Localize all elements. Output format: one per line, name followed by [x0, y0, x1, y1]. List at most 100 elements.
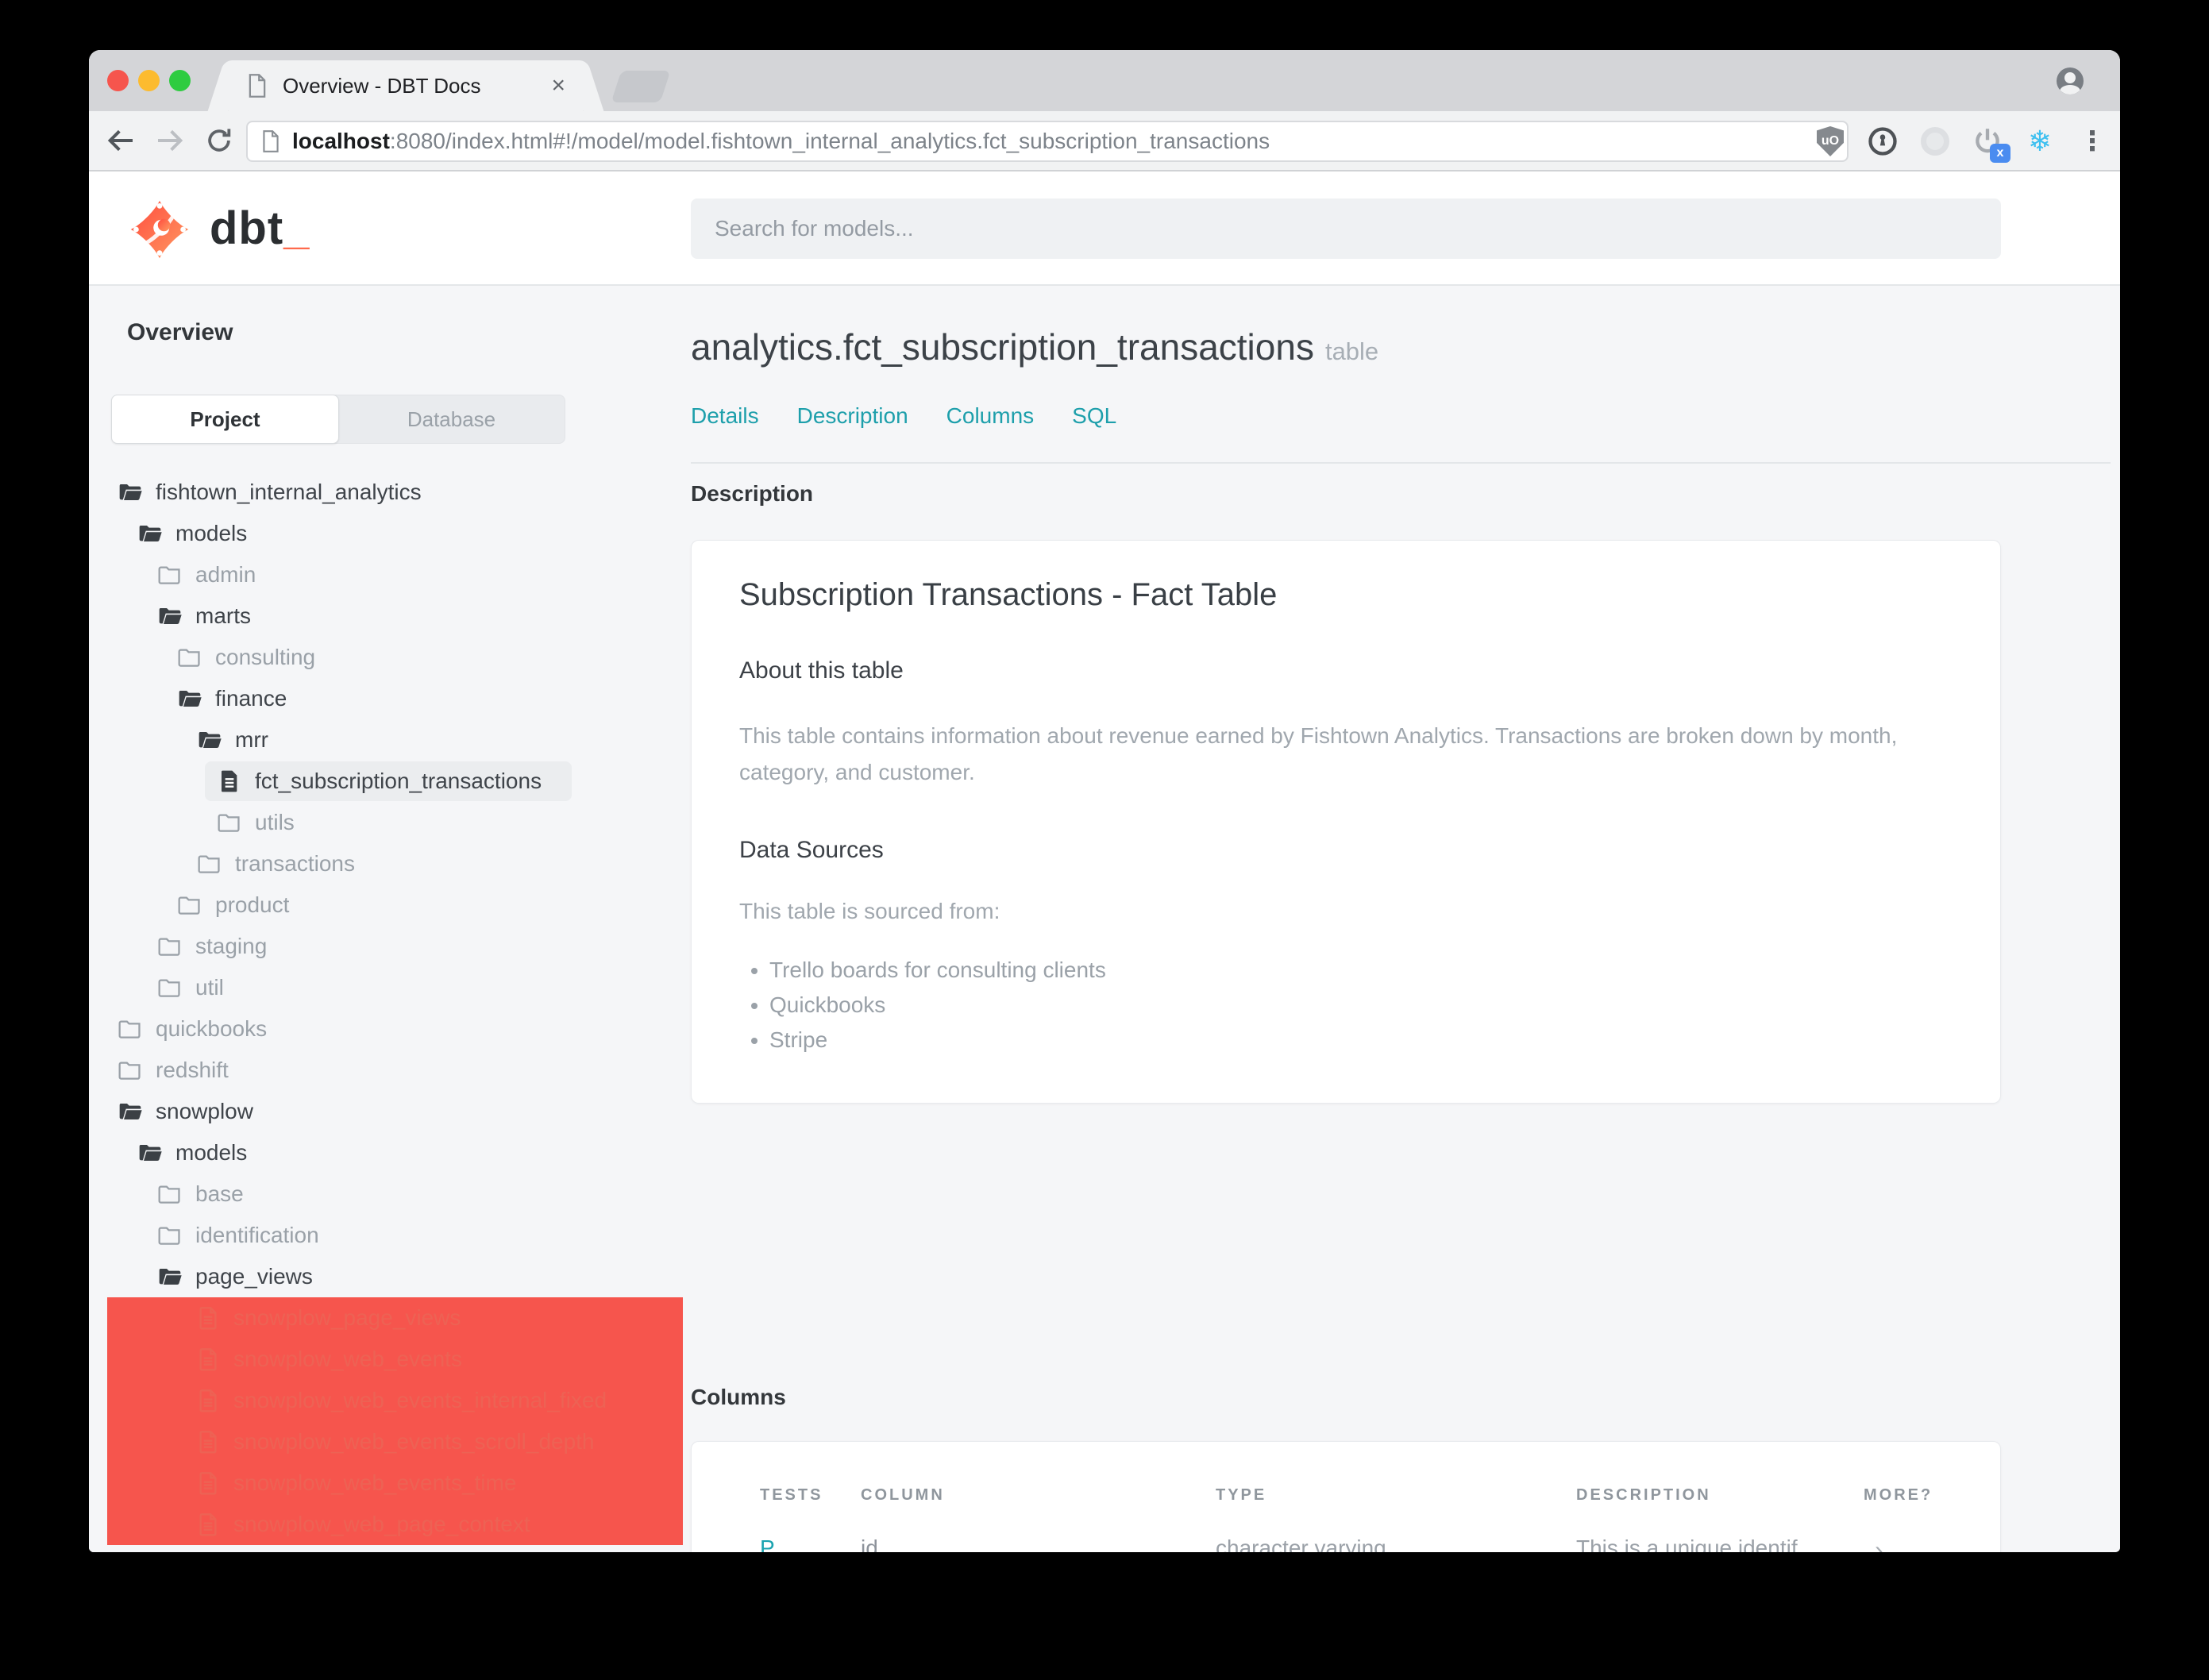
- folder-open-icon: [157, 603, 183, 629]
- source-item: Quickbooks: [769, 988, 1953, 1023]
- about-heading: About this table: [739, 657, 904, 684]
- tree-item-folder[interactable]: admin: [89, 554, 683, 595]
- project-file-tree: fishtown_internal_analytics models admin…: [89, 472, 683, 1545]
- dbt-logo[interactable]: dbt_: [130, 200, 310, 259]
- dbt-app-header: dbt_: [89, 171, 2120, 286]
- tree-item-folder[interactable]: finance: [89, 678, 683, 719]
- sidebar: Overview Project Database fishtown_inter…: [89, 286, 683, 1552]
- column-header-type: TYPE: [1216, 1486, 1267, 1504]
- tree-item-model[interactable]: snowplow_web_events_time: [107, 1462, 683, 1504]
- close-window-button[interactable]: [107, 70, 129, 91]
- source-item: Trello boards for consulting clients: [769, 953, 1953, 988]
- tree-item-folder[interactable]: transactions: [89, 843, 683, 884]
- folder-closed-icon: [197, 851, 222, 877]
- kebab-menu-icon: ⋮: [2079, 126, 2106, 156]
- tree-item-folder[interactable]: page_views: [89, 1256, 683, 1297]
- tree-item-folder[interactable]: base: [89, 1173, 683, 1215]
- nav-link-sql[interactable]: SQL: [1072, 403, 1116, 429]
- chevron-right-icon[interactable]: ›: [1875, 1536, 1883, 1552]
- nav-link-description[interactable]: Description: [797, 403, 908, 429]
- table-row[interactable]: P id character varying This is a unique …: [692, 1536, 2000, 1552]
- tree-item-model[interactable]: snowplow_page_views: [107, 1297, 683, 1339]
- tree-item-folder[interactable]: mrr: [89, 719, 683, 761]
- tab-project[interactable]: Project: [111, 395, 339, 444]
- browser-menu-button[interactable]: ⋮: [2076, 125, 2109, 158]
- folder-closed-icon: [157, 1181, 183, 1207]
- url-bar[interactable]: localhost:8080/index.html#!/model/model.…: [246, 121, 1849, 162]
- nav-link-details[interactable]: Details: [691, 403, 759, 429]
- folder-closed-icon: [217, 810, 242, 835]
- tree-item-folder[interactable]: utils: [89, 802, 683, 843]
- tree-item-folder[interactable]: consulting: [89, 637, 683, 678]
- reload-button[interactable]: [202, 123, 237, 158]
- forward-button[interactable]: [152, 123, 187, 158]
- avatar-head: [2064, 72, 2076, 83]
- cell-tests: P: [760, 1536, 775, 1552]
- model-file-icon: [195, 1347, 221, 1372]
- back-button[interactable]: [103, 123, 138, 158]
- snowflake-extension-icon[interactable]: ❄: [2023, 125, 2057, 158]
- file-icon: [217, 769, 242, 794]
- screenshot-canvas: Overview - DBT Docs × localhost:8080/ind…: [0, 0, 2209, 1680]
- sources-list: Trello boards for consulting clients Qui…: [769, 953, 1953, 1058]
- divider: [691, 462, 2111, 464]
- folder-closed-icon: [118, 1058, 143, 1083]
- tree-item-model[interactable]: snowplow_web_page_context: [107, 1504, 683, 1545]
- tree-item-folder[interactable]: snowplow: [89, 1091, 683, 1132]
- tree-item-selected-model[interactable]: fct_subscription_transactions: [89, 761, 683, 802]
- fullscreen-window-button[interactable]: [169, 70, 191, 91]
- main-panel: analytics.fct_subscription_transactions t…: [683, 286, 2120, 1552]
- folder-open-icon: [137, 1140, 163, 1166]
- tab-close-icon[interactable]: ×: [551, 74, 565, 98]
- nav-link-columns[interactable]: Columns: [946, 403, 1034, 429]
- password-manager-extension-icon[interactable]: [1866, 125, 1899, 158]
- model-section-nav: Details Description Columns SQL: [691, 403, 1116, 429]
- cell-type: character varying: [1216, 1536, 1386, 1552]
- url-text: localhost:8080/index.html#!/model/model.…: [292, 129, 1270, 154]
- power-toggle-extension-icon[interactable]: x: [1971, 125, 2010, 163]
- about-text: This table contains information about re…: [739, 723, 1898, 784]
- columns-section-label: Columns: [691, 1385, 786, 1409]
- browser-profile-avatar[interactable]: [2057, 67, 2084, 94]
- minimize-window-button[interactable]: [138, 70, 160, 91]
- generic-extension-icon[interactable]: [1918, 125, 1952, 158]
- folder-open-icon: [118, 1099, 143, 1124]
- tree-item-folder[interactable]: staging: [89, 926, 683, 967]
- logo-underscore: _: [283, 202, 310, 254]
- folder-closed-icon: [177, 892, 202, 918]
- tree-item-folder[interactable]: util: [89, 967, 683, 1008]
- ublock-extension-icon[interactable]: uO: [1814, 125, 1847, 158]
- tree-item-folder[interactable]: identification: [89, 1215, 683, 1256]
- tree-item-folder[interactable]: models: [89, 1132, 683, 1173]
- tree-item-folder[interactable]: redshift: [89, 1050, 683, 1091]
- shield-icon: uO: [1817, 126, 1844, 156]
- tree-item-model[interactable]: snowplow_web_events_scroll_depth: [107, 1421, 683, 1462]
- tree-item-folder[interactable]: quickbooks: [89, 1008, 683, 1050]
- column-header-column: COLUMN: [861, 1486, 945, 1504]
- browser-tabstrip: Overview - DBT Docs ×: [89, 50, 2120, 111]
- browser-window: Overview - DBT Docs × localhost:8080/ind…: [89, 50, 2120, 1552]
- tree-item-folder[interactable]: product: [89, 884, 683, 926]
- extension-x-badge: x: [1990, 144, 2010, 163]
- column-header-tests: TESTS: [760, 1486, 823, 1504]
- folder-open-icon: [177, 686, 202, 711]
- new-tab-button[interactable]: [611, 71, 671, 102]
- folder-closed-icon: [157, 934, 183, 959]
- search-input[interactable]: [691, 198, 2001, 259]
- tree-item-model[interactable]: snowplow_web_events_internal_fixed: [107, 1380, 683, 1421]
- folder-closed-icon: [157, 562, 183, 588]
- tree-item-folder[interactable]: models: [89, 513, 683, 554]
- model-file-icon: [195, 1388, 221, 1413]
- tab-database[interactable]: Database: [338, 395, 565, 443]
- description-card: Subscription Transactions - Fact Table A…: [691, 540, 2001, 1104]
- tree-item-model[interactable]: snowplow_web_events: [107, 1339, 683, 1380]
- browser-toolbar: localhost:8080/index.html#!/model/model.…: [89, 111, 2120, 171]
- model-file-icon: [195, 1470, 221, 1496]
- browser-tab[interactable]: Overview - DBT Docs ×: [229, 60, 583, 111]
- urlbar-page-icon: [260, 129, 281, 153]
- tree-item-folder[interactable]: fishtown_internal_analytics: [89, 472, 683, 513]
- model-file-icon: [195, 1512, 221, 1537]
- tree-item-folder[interactable]: marts: [89, 595, 683, 637]
- folder-closed-icon: [157, 1223, 183, 1248]
- folder-closed-icon: [177, 645, 202, 670]
